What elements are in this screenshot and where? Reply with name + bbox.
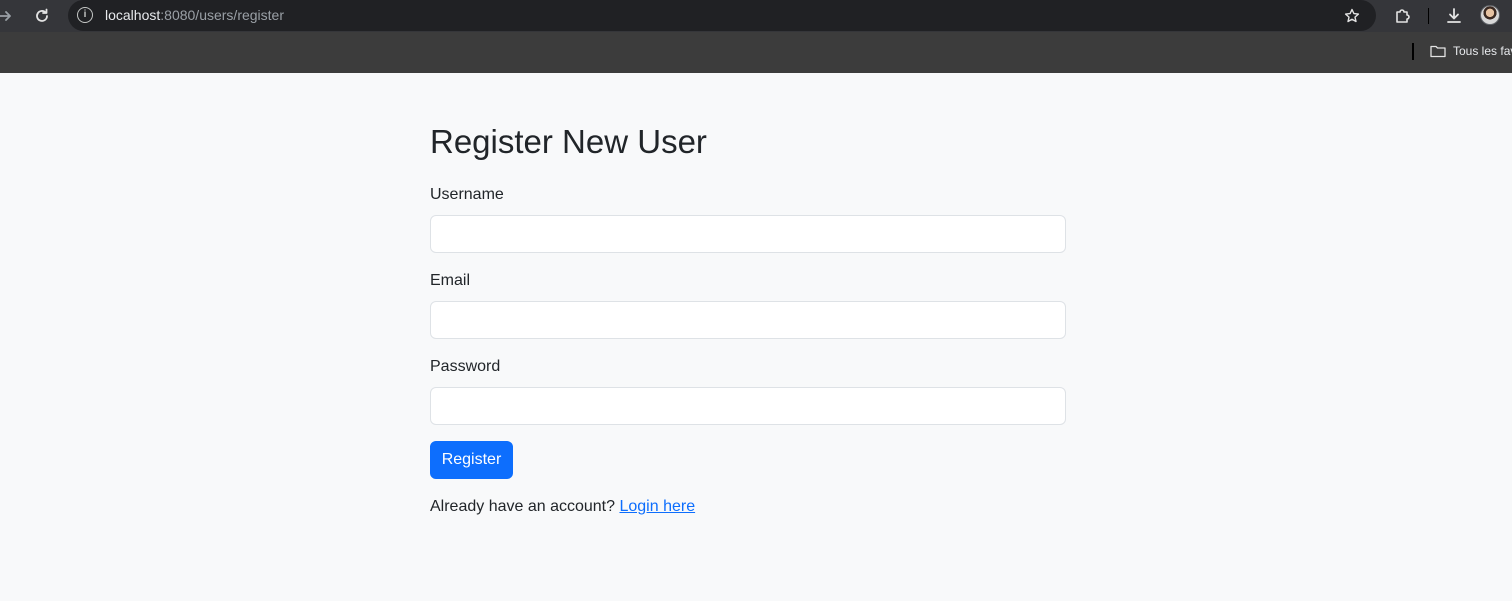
- forward-icon[interactable]: [0, 8, 14, 24]
- url-path: :8080/users/register: [160, 7, 284, 23]
- page-title: Register New User: [430, 123, 707, 160]
- browser-toolbar: i localhost:8080/users/register: [0, 0, 1512, 32]
- download-icon[interactable]: [1444, 6, 1464, 26]
- reload-icon[interactable]: [33, 7, 51, 25]
- username-label: Username: [430, 186, 504, 203]
- info-icon[interactable]: i: [77, 7, 93, 23]
- browser-chrome: i localhost:8080/users/register Tous les…: [0, 0, 1512, 73]
- bookmarks-separator: [1412, 43, 1414, 60]
- login-link[interactable]: Login here: [619, 498, 695, 515]
- password-input[interactable]: [430, 387, 1066, 425]
- puzzle-icon[interactable]: [1393, 6, 1413, 26]
- avatar[interactable]: [1480, 5, 1500, 25]
- username-input[interactable]: [430, 215, 1066, 253]
- url-text[interactable]: localhost:8080/users/register: [105, 7, 284, 24]
- star-icon[interactable]: [1343, 7, 1361, 25]
- bookmarks-bar: [0, 32, 1512, 73]
- bookmarks-folder-label[interactable]: Tous les fav: [1453, 44, 1512, 59]
- url-host: localhost: [105, 7, 161, 23]
- register-button[interactable]: Register: [430, 441, 513, 479]
- email-label: Email: [430, 272, 471, 289]
- login-prompt-text: Already have an account?: [430, 498, 616, 515]
- password-label: Password: [430, 358, 501, 375]
- folder-icon: [1430, 44, 1446, 58]
- email-input[interactable]: [430, 301, 1066, 339]
- page-content: Register New User Username Email Passwor…: [0, 73, 1512, 601]
- login-prompt-line: Already have an account? Login here: [430, 497, 695, 517]
- toolbar-divider: [1428, 8, 1429, 24]
